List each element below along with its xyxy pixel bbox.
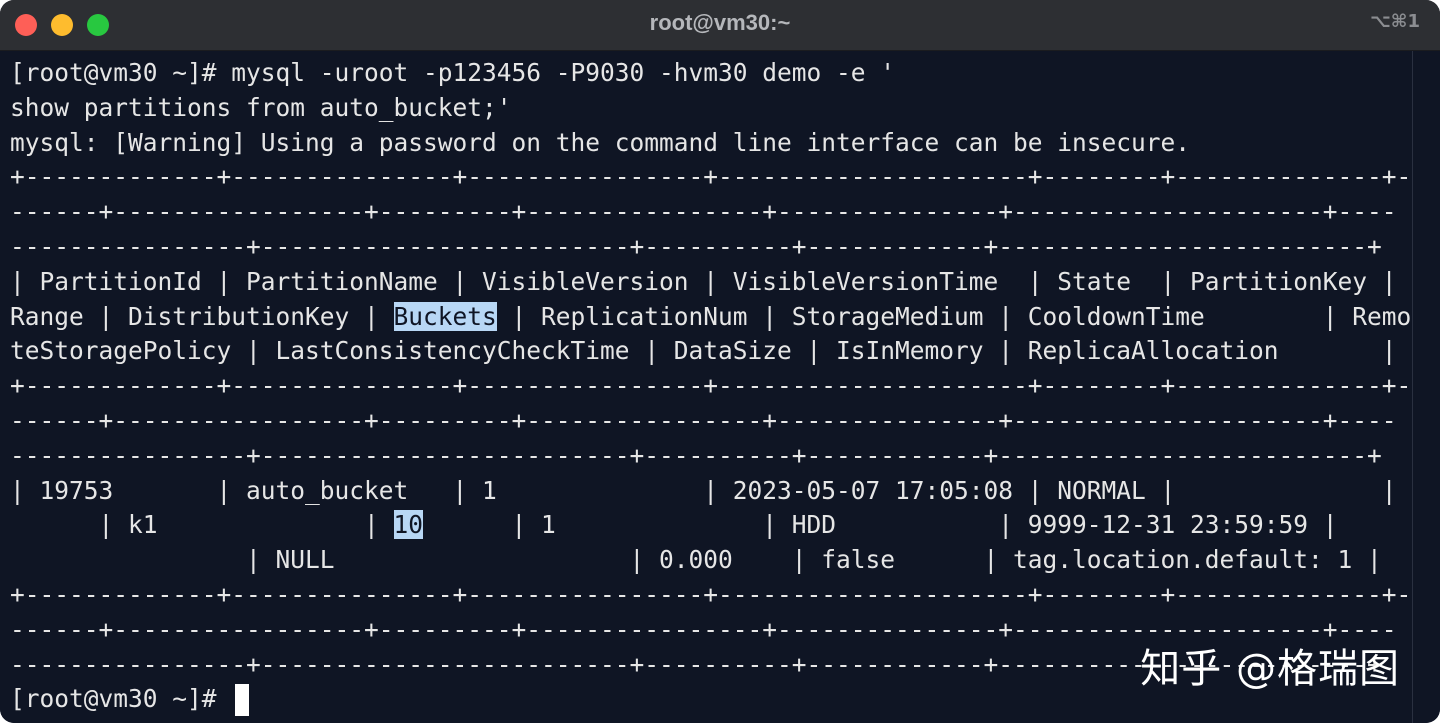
selected-text[interactable]: Buckets xyxy=(393,301,497,331)
scrollbar[interactable] xyxy=(1412,51,1440,723)
terminal-line: [root@vm30 ~]# mysql -uroot -p123456 -P9… xyxy=(10,56,1411,91)
line-text: [root@vm30 ~]# mysql -uroot -p123456 -P9… xyxy=(10,58,896,87)
line-text: ------+-----------------+---------+-----… xyxy=(10,197,1397,227)
shell-prompt: [root@vm30 ~]# xyxy=(10,684,232,714)
selected-text[interactable]: 10 xyxy=(393,510,424,540)
terminal-line: show partitions from auto_bucket;' xyxy=(10,91,1411,126)
table-row-line: | 19753 | auto_bucket | 1 | 2023-05-07 1… xyxy=(10,474,1411,509)
table-border-line: ----------------+-----------------------… xyxy=(10,439,1411,474)
line-text: +-------------+---------------+---------… xyxy=(10,371,1412,401)
line-text: | 1 | HDD | 9999-12-31 23:59:59 | xyxy=(423,510,1338,540)
table-border-line: ------+-----------------+---------+-----… xyxy=(10,195,1411,230)
tab-shortcut-label: ⌥⌘1 xyxy=(1370,11,1420,32)
table-row-line: | NULL | 0.000 | false | tag.location.de… xyxy=(10,543,1411,578)
terminal-line: mysql: [Warning] Using a password on the… xyxy=(10,126,1411,161)
terminal-lines: [root@vm30 ~]# mysql -uroot -p123456 -P9… xyxy=(10,56,1411,717)
line-text: mysql: [Warning] Using a password on the… xyxy=(10,127,1191,157)
table-border-line: +-------------+---------------+---------… xyxy=(10,160,1411,195)
table-border-line: +-------------+---------------+---------… xyxy=(10,578,1411,613)
line-text: teStoragePolicy | LastConsistencyCheckTi… xyxy=(10,336,1397,366)
table-row-line: | k1 | 10 | 1 | HDD | 9999-12-31 23:59:5… xyxy=(10,508,1411,543)
table-header-line: | PartitionId | PartitionName | VisibleV… xyxy=(10,265,1411,300)
table-header-line: teStoragePolicy | LastConsistencyCheckTi… xyxy=(10,334,1411,369)
table-border-line: ----------------+-----------------------… xyxy=(10,230,1411,265)
terminal-window: root@vm30:~ ⌥⌘1 [root@vm30 ~]# mysql -ur… xyxy=(0,0,1440,723)
table-header-line: Range | DistributionKey | Buckets | Repl… xyxy=(10,300,1411,335)
line-text: +-------------+---------------+---------… xyxy=(10,579,1412,609)
line-text: ----------------+-----------------------… xyxy=(10,440,1382,470)
line-text: show partitions from auto_bucket;' xyxy=(10,92,512,122)
title-bar: root@vm30:~ ⌥⌘1 xyxy=(0,0,1440,51)
line-text: | k1 | xyxy=(10,510,394,540)
table-border-line: +-------------+---------------+---------… xyxy=(10,369,1411,404)
watermark: 知乎 @格瑞图 xyxy=(1140,646,1400,692)
line-text: | PartitionId | PartitionName | VisibleV… xyxy=(10,266,1397,296)
line-text: ------+-----------------+---------+-----… xyxy=(10,405,1397,435)
text-cursor xyxy=(235,684,250,717)
table-border-line: ------+-----------------+---------+-----… xyxy=(10,404,1411,439)
window-title: root@vm30:~ xyxy=(649,10,791,35)
line-text: +-------------+---------------+---------… xyxy=(10,162,1412,192)
line-text: | 19753 | auto_bucket | 1 | 2023-05-07 1… xyxy=(10,475,1397,505)
line-text: | NULL | 0.000 | false | tag.location.de… xyxy=(10,545,1382,575)
line-text: ----------------+-----------------------… xyxy=(10,231,1382,261)
line-text: | ReplicationNum | StorageMedium | Coold… xyxy=(496,301,1412,331)
line-text: Range | DistributionKey | xyxy=(10,301,394,331)
